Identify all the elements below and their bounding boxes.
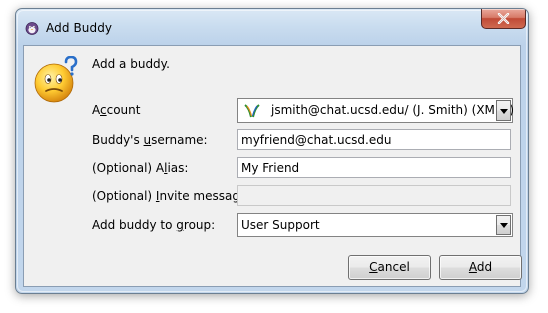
username-label: Buddy's username:: [92, 133, 208, 147]
invite-message-field[interactable]: [237, 185, 511, 206]
pidgin-icon: [25, 22, 39, 35]
chevron-down-icon[interactable]: [496, 100, 511, 121]
group-value: User Support: [241, 218, 320, 232]
account-value: jsmith@chat.ucsd.edu/ (J. Smith) (XMPP): [271, 103, 515, 117]
add-buddy-window: Add Buddy Add a buddy. Account jsmith@ch…: [15, 8, 529, 294]
buddy-question-icon: [34, 56, 78, 103]
add-button[interactable]: Add: [439, 255, 522, 280]
account-label: Account: [92, 103, 141, 117]
dialog-heading: Add a buddy.: [92, 57, 170, 71]
username-field[interactable]: [237, 129, 511, 150]
alias-label: (Optional) Alias:: [92, 161, 189, 175]
close-icon: [497, 13, 510, 24]
close-button[interactable]: [481, 9, 526, 29]
invite-message-label: (Optional) Invite message:: [92, 189, 252, 203]
title-bar[interactable]: Add Buddy: [16, 9, 528, 45]
group-dropdown[interactable]: User Support: [237, 213, 513, 237]
cancel-button[interactable]: Cancel: [348, 255, 431, 280]
group-label: Add buddy to group:: [92, 218, 216, 232]
xmpp-icon: [244, 104, 260, 118]
alias-field[interactable]: [237, 157, 511, 178]
chevron-down-icon[interactable]: [496, 215, 511, 235]
window-title: Add Buddy: [46, 21, 113, 35]
account-dropdown[interactable]: jsmith@chat.ucsd.edu/ (J. Smith) (XMPP): [237, 98, 515, 123]
dialog-body: Add a buddy. Account jsmith@chat.ucsd.ed…: [23, 45, 522, 287]
